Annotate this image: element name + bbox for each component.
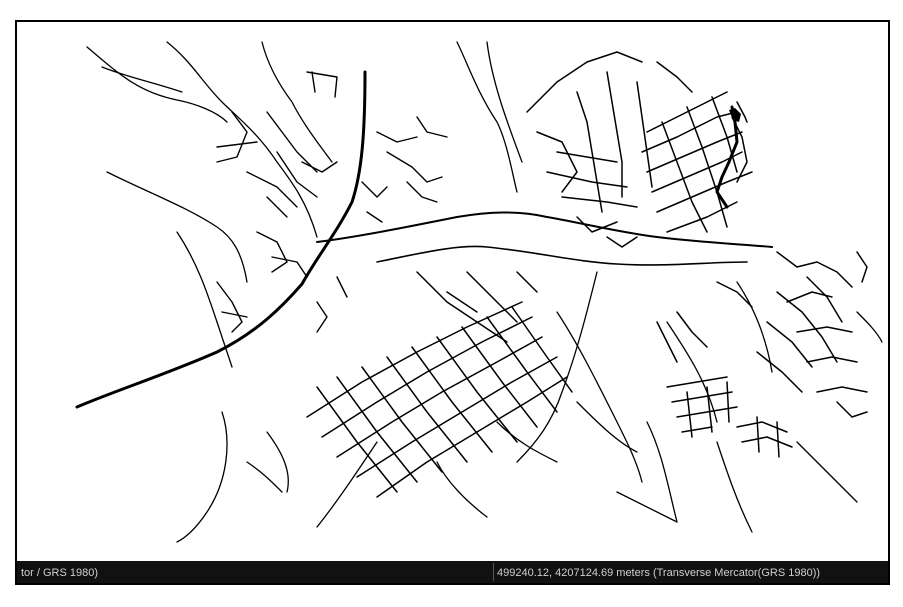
nw-streets	[216, 71, 448, 333]
map-window: tor / GRS 1980) 499240.12, 4207124.69 me…	[15, 20, 890, 585]
ne-grid-streets	[526, 51, 753, 248]
highway-road	[75, 70, 367, 409]
map-canvas[interactable]	[17, 22, 888, 563]
river-feature	[715, 105, 739, 209]
central-grid-streets	[306, 271, 573, 498]
projection-readout: tor / GRS 1980)	[21, 567, 99, 579]
main-road-south	[376, 245, 748, 266]
coordinate-readout: 499240.12, 4207124.69 meters (Transverse…	[497, 567, 821, 579]
status-divider	[493, 563, 494, 581]
pond-feature	[729, 108, 741, 122]
status-bar: tor / GRS 1980) 499240.12, 4207124.69 me…	[17, 561, 888, 583]
rural-roads	[86, 41, 883, 543]
